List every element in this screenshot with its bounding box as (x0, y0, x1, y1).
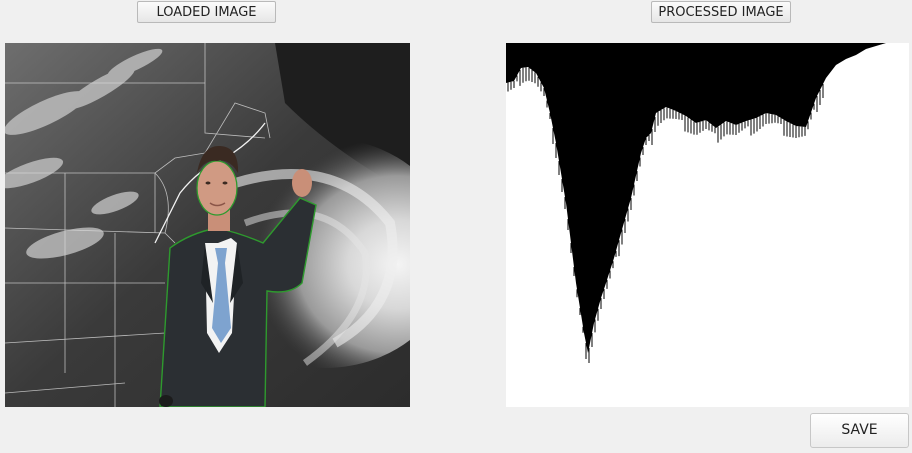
processed-image (506, 43, 909, 363)
loaded-image-button[interactable]: LOADED IMAGE (137, 1, 276, 23)
save-button[interactable]: SAVE (810, 413, 909, 448)
processed-image-button[interactable]: PROCESSED IMAGE (651, 1, 791, 23)
loaded-image (5, 43, 410, 407)
processed-image-view (506, 43, 909, 407)
loaded-image-view (5, 43, 410, 407)
